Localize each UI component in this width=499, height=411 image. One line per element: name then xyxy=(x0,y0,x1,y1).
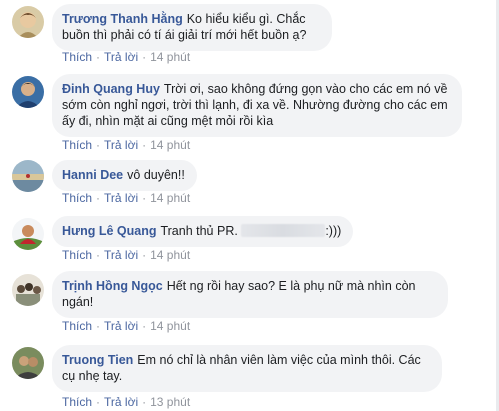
reply-link[interactable]: Trả lời xyxy=(104,248,138,262)
comment-bubble: Trương Thanh Hằng Ko hiểu kiểu gì. Chắc b… xyxy=(52,4,332,51)
comment-actions: Thích · Trả lời · 14 phút xyxy=(62,138,190,152)
comment-text: Tranh thủ PR. xyxy=(160,224,238,238)
redacted-link xyxy=(241,224,326,237)
like-link[interactable]: Thích xyxy=(62,191,92,205)
comment-bubble: Đinh Quang Huy Trời ơi, sao không đứng gọ… xyxy=(52,74,462,137)
separator: · xyxy=(96,248,101,262)
like-link[interactable]: Thích xyxy=(62,248,92,262)
like-link[interactable]: Thích xyxy=(62,138,92,152)
separator: · xyxy=(96,395,101,409)
comment-author[interactable]: Hưng Lê Quang xyxy=(62,224,156,238)
reply-link[interactable]: Trả lời xyxy=(104,138,138,152)
comment-text-end: :))) xyxy=(325,224,342,238)
timestamp[interactable]: 14 phút xyxy=(150,248,190,262)
comment-bubble: Trịnh Hồng Ngọc Hết ng rồi hay sao? E là … xyxy=(52,271,448,318)
separator: · xyxy=(142,50,147,64)
comment-text: vô duyên!! xyxy=(127,168,185,182)
comment-author[interactable]: Đinh Quang Huy xyxy=(62,82,160,96)
reply-link[interactable]: Trả lời xyxy=(104,191,138,205)
avatar[interactable] xyxy=(12,160,44,192)
avatar[interactable] xyxy=(12,76,44,108)
separator: · xyxy=(96,138,101,152)
timestamp[interactable]: 13 phút xyxy=(150,395,190,409)
separator: · xyxy=(96,191,101,205)
separator: · xyxy=(96,50,101,64)
comment-author[interactable]: Trịnh Hồng Ngọc xyxy=(62,279,163,293)
comment-bubble: Hanni Dee vô duyên!! xyxy=(52,160,197,191)
separator: · xyxy=(142,138,147,152)
reply-link[interactable]: Trả lời xyxy=(104,319,138,333)
comment-actions: Thích · Trả lời · 14 phút xyxy=(62,50,190,64)
comment-author[interactable]: Truong Tien xyxy=(62,353,133,367)
avatar[interactable] xyxy=(12,218,44,250)
comment-actions: Thích · Trả lời · 13 phút xyxy=(62,395,190,409)
separator: · xyxy=(142,319,147,333)
comment-bubble: Hưng Lê Quang Tranh thủ PR. :))) xyxy=(52,216,354,247)
like-link[interactable]: Thích xyxy=(62,319,92,333)
comment-actions: Thích · Trả lời · 14 phút xyxy=(62,248,190,262)
timestamp[interactable]: 14 phút xyxy=(150,50,190,64)
reply-link[interactable]: Trả lời xyxy=(104,395,138,409)
timestamp[interactable]: 14 phút xyxy=(150,191,190,205)
avatar[interactable] xyxy=(12,274,44,306)
timestamp[interactable]: 14 phút xyxy=(150,319,190,333)
like-link[interactable]: Thích xyxy=(62,395,92,409)
separator: · xyxy=(142,395,147,409)
reply-link[interactable]: Trả lời xyxy=(104,50,138,64)
comment-actions: Thích · Trả lời · 14 phút xyxy=(62,191,190,205)
comment-author[interactable]: Hanni Dee xyxy=(62,168,123,182)
comment-author[interactable]: Trương Thanh Hằng xyxy=(62,12,183,26)
timestamp[interactable]: 14 phút xyxy=(150,138,190,152)
comment-bubble: Truong Tien Em nó chỉ là nhân viên làm vi… xyxy=(52,345,442,392)
separator: · xyxy=(142,191,147,205)
comment-actions: Thích · Trả lời · 14 phút xyxy=(62,319,190,333)
avatar[interactable] xyxy=(12,6,44,38)
separator: · xyxy=(96,319,101,333)
avatar[interactable] xyxy=(12,347,44,379)
like-link[interactable]: Thích xyxy=(62,50,92,64)
separator: · xyxy=(142,248,147,262)
